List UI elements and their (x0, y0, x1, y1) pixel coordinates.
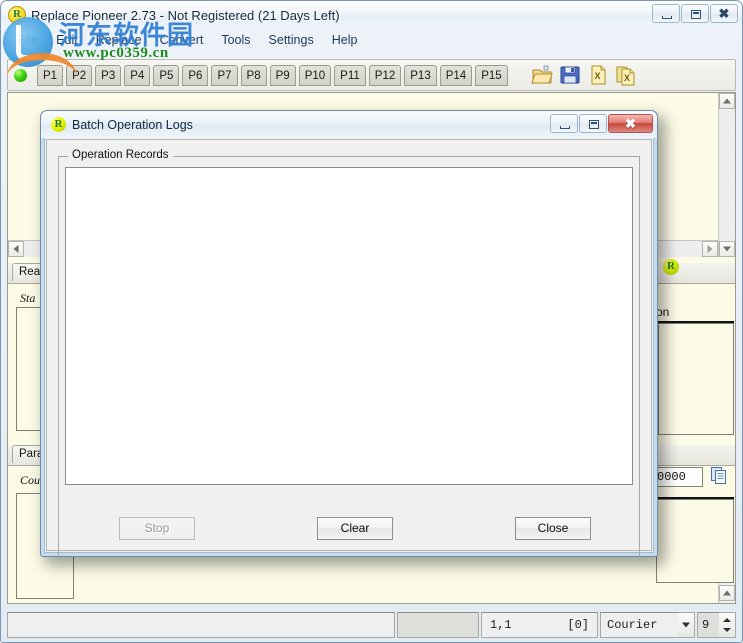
preset-tab-p4[interactable]: P4 (124, 64, 151, 86)
chevron-up-icon (723, 98, 731, 104)
menu-item-settings[interactable]: Settings (260, 31, 323, 49)
dialog-window-controls: ✖ (549, 114, 653, 133)
cursor-position: 1,1 (490, 618, 512, 632)
preset-tab-p15[interactable]: P15 (475, 64, 508, 86)
svg-text:X: X (624, 73, 630, 83)
minimize-icon (560, 126, 570, 129)
preset-tab-p2[interactable]: P2 (66, 64, 93, 86)
chevron-right-icon (707, 245, 713, 253)
middle-pane-sublabel: Sta (20, 291, 36, 305)
bottom-pane-vscrollbar[interactable] (718, 583, 735, 603)
window-title: Replace Pioneer 2.73 - Not Registered (2… (31, 7, 340, 23)
chevron-left-icon (13, 245, 19, 253)
dialog-maximize-button[interactable] (579, 114, 607, 133)
maximize-button[interactable] (681, 4, 709, 23)
clear-button[interactable]: Clear (317, 517, 393, 540)
preset-tab-p11[interactable]: P11 (334, 64, 366, 86)
dialog-button-row: Stop Clear Close (47, 517, 651, 541)
batch-operation-logs-dialog: R Batch Operation Logs ✖ Operation Recor… (40, 110, 658, 557)
scroll-track[interactable] (719, 109, 735, 241)
stepper-up-icon[interactable] (723, 618, 731, 622)
status-message (7, 612, 395, 638)
bottom-pane-sublabel: Cou (20, 473, 41, 487)
close-button[interactable]: ✖ (710, 4, 738, 23)
menu-item-convert[interactable]: Convert (151, 31, 213, 49)
close-button[interactable]: Close (515, 517, 591, 540)
export-excel-icon[interactable]: X (587, 64, 609, 86)
preset-tab-p7[interactable]: P7 (211, 64, 238, 86)
menu-item-tools[interactable]: Tools (212, 31, 259, 49)
menu-item-replace[interactable]: Replace (87, 31, 151, 49)
font-name-value[interactable]: Courier (600, 612, 678, 638)
status-bar: 1,1 [0] Courier 9 (7, 612, 736, 638)
scroll-up-button[interactable] (719, 93, 735, 109)
green-dot-icon[interactable] (14, 68, 27, 82)
app-icon: R (8, 6, 26, 24)
dialog-title: Batch Operation Logs (72, 117, 193, 132)
bottom-pane-right-editor[interactable] (656, 499, 734, 583)
scroll-down-button[interactable] (719, 241, 735, 257)
close-icon: ✖ (625, 116, 636, 131)
preset-tab-p3[interactable]: P3 (95, 64, 122, 86)
chevron-down-icon (723, 246, 731, 252)
source-pane-vscrollbar[interactable] (718, 93, 735, 257)
minimize-icon (662, 16, 672, 19)
status-position-cell: 1,1 [0] (481, 612, 598, 638)
window-controls: ✖ (651, 4, 738, 23)
copy-icon[interactable] (710, 466, 729, 488)
minimize-button[interactable] (652, 4, 680, 23)
dialog-app-icon: R (51, 117, 66, 132)
menu-bar: File Edit Replace Convert Tools Settings… (1, 29, 742, 51)
status-progress-cell (397, 612, 479, 638)
menu-item-help[interactable]: Help (323, 31, 367, 49)
toolbar: P1 P2 P3 P4 P5 P6 P7 P8 P9 P10 P11 P12 P… (7, 59, 736, 91)
preset-tab-p5[interactable]: P5 (153, 64, 180, 86)
chevron-up-icon (723, 590, 731, 596)
svg-text:X: X (594, 71, 600, 81)
operation-records-groupbox: Operation Records (58, 149, 640, 556)
middle-pane-right-editor[interactable] (658, 323, 734, 435)
scroll-right-button[interactable] (702, 241, 718, 257)
preset-tab-p14[interactable]: P14 (439, 64, 473, 86)
operation-records-legend: Operation Records (68, 149, 173, 161)
preset-tab-p10[interactable]: P10 (298, 64, 332, 86)
scroll-left-button[interactable] (8, 241, 24, 257)
font-dropdown-button[interactable] (678, 612, 695, 638)
maximize-icon (589, 120, 599, 129)
dialog-body: Operation Records Stop Clear Close (46, 139, 652, 556)
preset-tab-p9[interactable]: P9 (269, 64, 296, 86)
title-bar: R Replace Pioneer 2.73 - Not Registered … (1, 1, 742, 29)
preset-tab-p12[interactable]: P12 (368, 64, 402, 86)
save-icon[interactable] (559, 64, 581, 86)
maximize-icon (691, 10, 701, 19)
selection-count: [0] (567, 618, 589, 632)
close-icon: ✖ (718, 6, 730, 21)
dialog-minimize-button[interactable] (550, 114, 578, 133)
dialog-close-button[interactable]: ✖ (608, 114, 653, 133)
font-size-stepper[interactable] (719, 612, 736, 638)
folder-open-icon[interactable] (530, 64, 553, 86)
preset-tab-p13[interactable]: P13 (404, 64, 437, 86)
export-excel-multi-icon[interactable]: X (615, 64, 637, 86)
preset-tab-p6[interactable]: P6 (182, 64, 209, 86)
scroll-up-button[interactable] (719, 585, 735, 601)
dialog-title-bar: R Batch Operation Logs ✖ (41, 111, 657, 138)
preset-tab-p1[interactable]: P1 (37, 64, 64, 86)
menu-item-file[interactable]: File (9, 31, 47, 49)
menu-item-edit[interactable]: Edit (47, 31, 87, 49)
operation-records-list[interactable] (65, 167, 633, 485)
font-size-value[interactable]: 9 (697, 612, 719, 638)
stop-button[interactable]: Stop (119, 517, 195, 540)
preset-tab-p8[interactable]: P8 (240, 64, 267, 86)
stepper-down-icon[interactable] (723, 628, 731, 632)
